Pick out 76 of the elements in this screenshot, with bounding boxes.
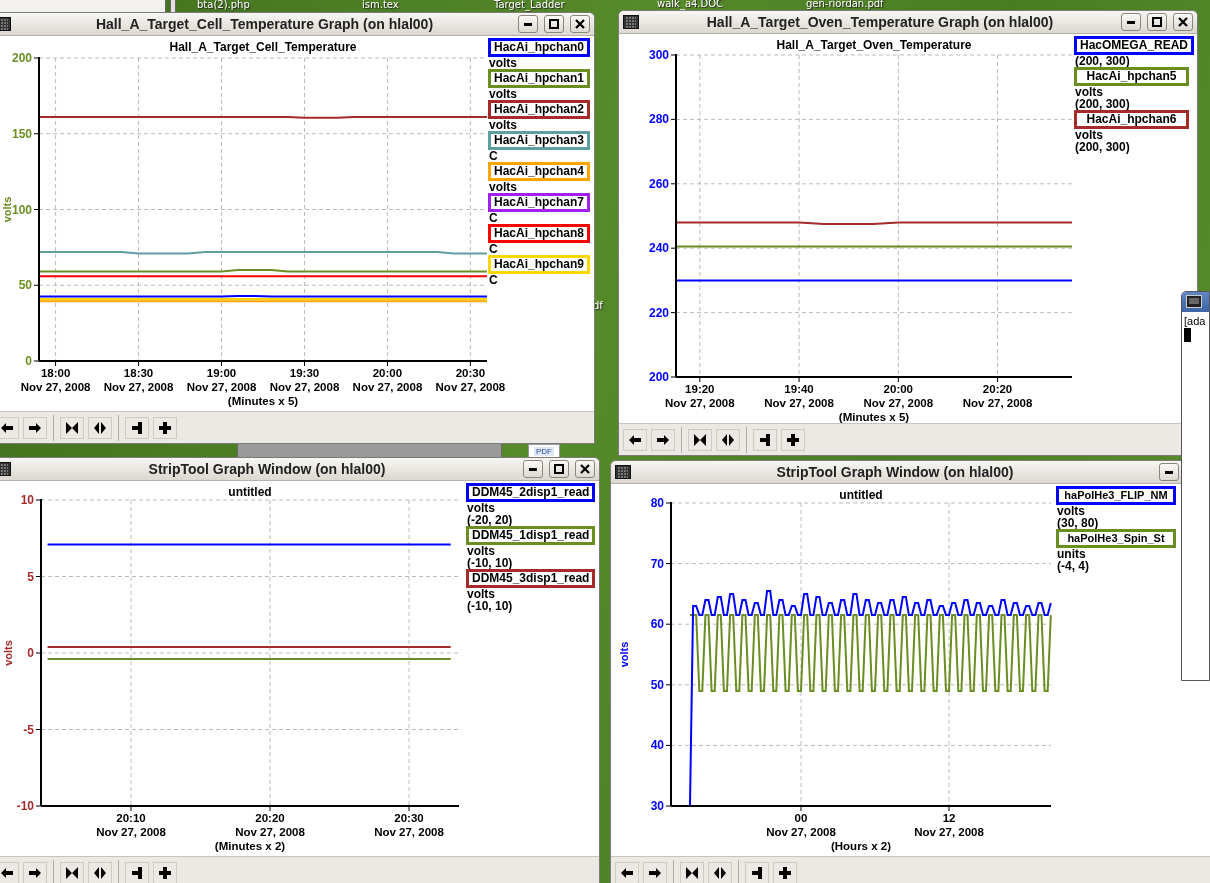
window-title: Hall_A_Target_Cell_Temperature Graph (on hlal00) xyxy=(94,16,435,32)
legend-unit: volts xyxy=(1074,86,1104,98)
y-tick-label: 70 xyxy=(650,556,664,571)
y-tick-label: 260 xyxy=(648,176,669,191)
y-axis-label: volts xyxy=(2,640,14,666)
y-tick-label: 0 xyxy=(27,646,34,660)
y-tick-label: 240 xyxy=(648,241,669,256)
x-tick-label: 20:20 Nov 27, 2008 xyxy=(962,383,1033,409)
window-title: Hall_A_Target_Oven_Temperature Graph (on hlal00) xyxy=(705,14,1055,30)
x-axis-label: (Minutes x 5) xyxy=(227,395,299,407)
legend-unit: volts xyxy=(466,502,496,514)
legend-range: (200, 300) xyxy=(1074,98,1131,110)
y-tick-label: 50 xyxy=(650,677,664,692)
legend-unit: volts xyxy=(466,545,496,557)
legend-range: (30, 80) xyxy=(1056,517,1100,529)
y-tick-label: 10 xyxy=(20,493,34,507)
terminal-text: [ada xyxy=(1184,315,1206,327)
y-tick-label: 200 xyxy=(648,370,669,384)
y-tick-label: 150 xyxy=(11,126,32,141)
x-tick-label: 19:20 Nov 27, 2008 xyxy=(664,383,735,409)
y-tick-label: 100 xyxy=(11,202,32,217)
x-tick-label: 20:30 Nov 27, 2008 xyxy=(435,367,506,393)
x-tick-label: 18:30 Nov 27, 2008 xyxy=(103,367,174,393)
y-tick-label: 300 xyxy=(648,48,669,62)
legend-range: (-10, 10) xyxy=(466,557,514,569)
chart-title: untitled xyxy=(839,488,883,502)
y-tick-label: 220 xyxy=(648,305,669,320)
y-tick-label: 40 xyxy=(650,738,664,753)
legend-range: (-4, 4) xyxy=(1056,560,1090,572)
y-tick-label: 5 xyxy=(27,569,34,584)
legend-unit: volts xyxy=(1056,505,1086,517)
legend-unit: C xyxy=(488,212,499,224)
window-title: StripTool Graph Window (on hlal00) xyxy=(775,464,1015,480)
x-tick-label: 12 Nov 27, 2008 xyxy=(914,812,984,838)
legend-unit: volts xyxy=(488,88,518,100)
legend-unit: volts xyxy=(488,119,518,131)
x-axis-label: (Hours x 2) xyxy=(830,840,892,852)
window-title: StripTool Graph Window (on hlal00) xyxy=(147,461,387,477)
chart-title: Hall_A_Target_Oven_Temperature xyxy=(776,38,972,52)
legend-range: (-20, 20) xyxy=(466,514,514,526)
legend-unit: C xyxy=(488,274,499,286)
x-tick-label: 00 Nov 27, 2008 xyxy=(766,812,836,838)
x-tick-label: 19:00 Nov 27, 2008 xyxy=(186,367,257,393)
chart-title: untitled xyxy=(228,485,272,499)
y-tick-label: 280 xyxy=(648,112,669,127)
legend-unit: volts xyxy=(466,588,496,600)
x-tick-label: 19:30 Nov 27, 2008 xyxy=(269,367,340,393)
legend-unit: volts xyxy=(488,57,518,69)
chart-title: Hall_A_Target_Cell_Temperature xyxy=(169,40,357,54)
x-axis-label: (Minutes x 5) xyxy=(838,411,910,423)
x-tick-label: 18:00 Nov 27, 2008 xyxy=(20,367,91,393)
x-axis-label: (Minutes x 2) xyxy=(214,840,286,852)
legend-unit: volts xyxy=(488,181,518,193)
x-tick-label: 20:10 Nov 27, 2008 xyxy=(96,812,166,838)
x-tick-label: 19:40 Nov 27, 2008 xyxy=(764,383,834,409)
y-tick-label: 80 xyxy=(650,496,664,510)
legend-unit: C xyxy=(488,243,499,255)
y-tick-label: 200 xyxy=(11,51,32,65)
x-tick-label: 20:00 Nov 27, 2008 xyxy=(352,367,423,393)
legend-unit: volts xyxy=(1074,129,1104,141)
y-tick-label: 50 xyxy=(18,278,32,293)
legend-unit: C xyxy=(488,150,499,162)
x-tick-label: 20:20 Nov 27, 2008 xyxy=(235,812,305,838)
legend-range: (200, 300) xyxy=(1074,141,1131,153)
y-axis-label: volts xyxy=(618,641,630,668)
x-tick-label: 20:00 Nov 27, 2008 xyxy=(863,383,934,409)
y-tick-label: -5 xyxy=(23,722,34,737)
x-tick-label: 20:30 Nov 27, 2008 xyxy=(374,812,444,838)
legend-unit: units xyxy=(1056,548,1087,560)
y-tick-label: 60 xyxy=(650,617,664,632)
y-tick-label: -10 xyxy=(16,799,34,813)
y-tick-label: 30 xyxy=(650,799,664,813)
legend-range: (-10, 10) xyxy=(466,600,514,612)
y-tick-label: 0 xyxy=(25,354,32,368)
legend-range: (200, 300) xyxy=(1074,55,1131,67)
y-axis-label: volts xyxy=(1,196,13,223)
